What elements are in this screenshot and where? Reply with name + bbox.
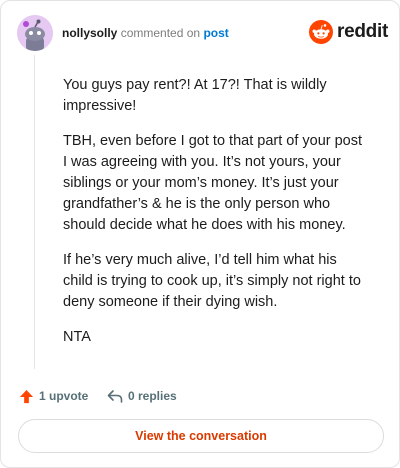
comment-byline: nollysolly commented on post — [62, 26, 229, 40]
comment-embed-card: nollysolly commented on post reddit You … — [0, 0, 400, 468]
comment-paragraph: TBH, even before I got to that part of y… — [63, 133, 363, 233]
reddit-brand[interactable]: reddit — [309, 20, 388, 46]
comment-header: nollysolly commented on post reddit — [17, 15, 388, 51]
reddit-wordmark: reddit — [337, 21, 388, 42]
comment-body: You guys pay rent?! At 17?! That is wild… — [63, 75, 369, 362]
view-conversation-label: View the conversation — [135, 429, 267, 443]
replies-button[interactable]: 0 replies — [107, 385, 177, 407]
upvote-arrow-icon — [19, 389, 34, 403]
view-conversation-button[interactable]: View the conversation — [18, 419, 384, 453]
comment-paragraph: NTA — [63, 329, 91, 345]
replies-count: 0 replies — [128, 389, 177, 403]
post-link[interactable]: post — [203, 26, 228, 40]
thread-line — [34, 55, 35, 369]
comment-paragraph: You guys pay rent?! At 17?! That is wild… — [63, 77, 327, 114]
comment-actions: 1 upvote 0 replies — [19, 385, 381, 407]
upvote-button[interactable]: 1 upvote — [19, 385, 88, 407]
username-link[interactable]: nollysolly — [62, 26, 117, 40]
upvote-count: 1 upvote — [39, 389, 89, 403]
reddit-logo-icon — [309, 20, 333, 44]
commented-on-label: commented on — [120, 26, 201, 40]
comment-paragraph: If he’s very much alive, I’d tell him wh… — [63, 252, 361, 310]
reply-arrow-icon — [107, 389, 123, 403]
snoo-avatar-icon[interactable] — [17, 15, 53, 51]
